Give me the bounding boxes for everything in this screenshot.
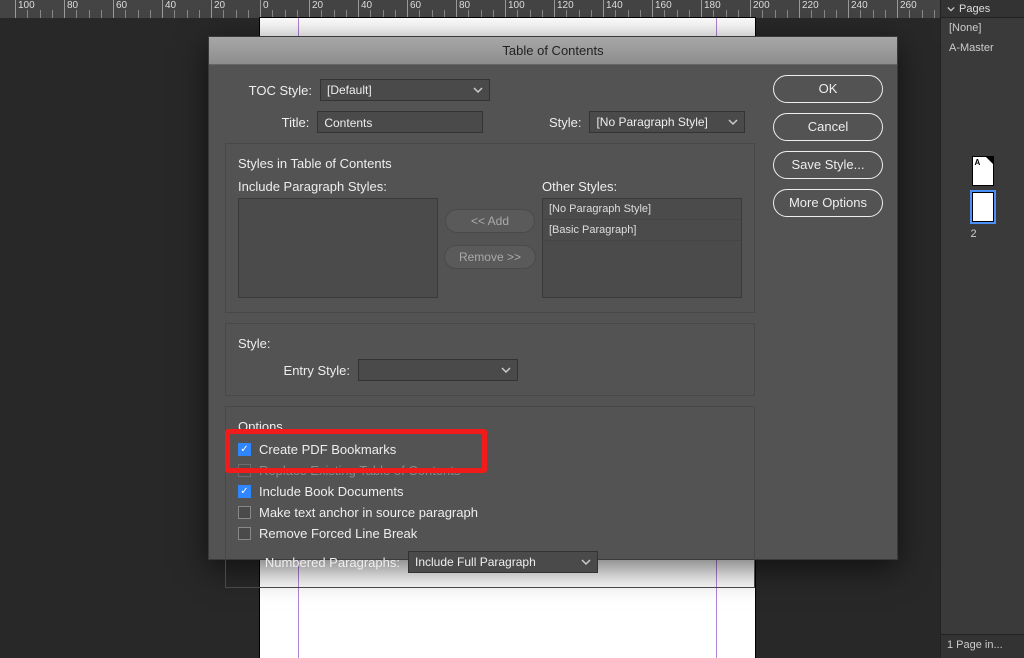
numbered-paragraphs-select[interactable]: Include Full Paragraph [408, 551, 598, 573]
toc-style-value: [Default] [327, 83, 372, 97]
toc-dialog: Table of Contents OK Cancel Save Style..… [208, 36, 898, 560]
toc-style-select[interactable]: [Default] [320, 79, 490, 101]
pages-panel-title: Pages [959, 3, 990, 15]
include-book-label: Include Book Documents [259, 484, 404, 499]
ruler-tick: 260 [897, 0, 898, 18]
ruler-tick-label: 0 [263, 0, 269, 11]
include-book-checkbox[interactable]: Include Book Documents [238, 484, 742, 499]
ok-button[interactable]: OK [773, 75, 883, 103]
checkbox-icon [238, 464, 251, 477]
checkbox-icon [238, 485, 251, 498]
ruler-tick: 40 [162, 0, 163, 18]
entry-style-label: Entry Style: [238, 363, 358, 378]
include-styles-listbox[interactable] [238, 198, 438, 298]
ruler-tick: 240 [848, 0, 849, 18]
style-label: Style: [541, 115, 590, 130]
include-styles-label: Include Paragraph Styles: [238, 179, 438, 194]
ruler-tick: 160 [652, 0, 653, 18]
save-style-button[interactable]: Save Style... [773, 151, 883, 179]
ruler-tick: 120 [554, 0, 555, 18]
title-label: Title: [225, 115, 317, 130]
chevron-down-icon [947, 5, 955, 13]
text-anchor-checkbox[interactable]: Make text anchor in source paragraph [238, 505, 742, 520]
entry-style-select[interactable] [358, 359, 518, 381]
chevron-down-icon [728, 117, 738, 127]
pdf-bookmarks-checkbox[interactable]: Create PDF Bookmarks [238, 442, 742, 457]
ruler-tick: 80 [64, 0, 65, 18]
text-anchor-label: Make text anchor in source paragraph [259, 505, 478, 520]
title-value: Contents [324, 116, 372, 130]
numbered-paragraphs-value: Include Full Paragraph [415, 555, 536, 569]
more-options-button[interactable]: More Options [773, 189, 883, 217]
checkbox-icon [238, 506, 251, 519]
add-button[interactable]: << Add [445, 209, 535, 233]
page-number-badge: 2 [971, 228, 995, 240]
remove-break-checkbox[interactable]: Remove Forced Line Break [238, 526, 742, 541]
ruler-tick: 60 [113, 0, 114, 18]
horizontal-ruler: 1008060402002040608010012014016018020022… [0, 0, 940, 18]
pages-panel[interactable]: Pages [None] A-Master A 2 1 Page in... [940, 0, 1024, 658]
styles-group-heading: Styles in Table of Contents [238, 156, 742, 171]
ruler-tick: 100 [15, 0, 16, 18]
other-styles-label: Other Styles: [542, 179, 742, 194]
pages-summary: 1 Page in... [941, 634, 1024, 658]
checkbox-icon [238, 527, 251, 540]
style-value: [No Paragraph Style] [596, 115, 707, 129]
chevron-down-icon [581, 557, 591, 567]
checkbox-icon [238, 443, 251, 456]
numbered-paragraphs-label: Numbered Paragraphs: [238, 555, 408, 570]
replace-existing-checkbox: Replace Existing Table of Contents [238, 463, 742, 478]
ruler-tick: 140 [603, 0, 604, 18]
chevron-down-icon [473, 85, 483, 95]
other-styles-listbox[interactable]: [No Paragraph Style] [Basic Paragraph] [542, 198, 742, 298]
ruler-tick: 60 [407, 0, 408, 18]
ruler-tick: 20 [211, 0, 212, 18]
ruler-tick: 0 [260, 0, 261, 18]
style-select[interactable]: [No Paragraph Style] [589, 111, 745, 133]
master-none[interactable]: [None] [941, 18, 1024, 38]
cancel-button[interactable]: Cancel [773, 113, 883, 141]
remove-button[interactable]: Remove >> [444, 245, 536, 269]
ruler-tick: 20 [309, 0, 310, 18]
options-heading: Options [238, 419, 742, 434]
remove-break-label: Remove Forced Line Break [259, 526, 417, 541]
pdf-bookmarks-label: Create PDF Bookmarks [259, 442, 396, 457]
replace-existing-label: Replace Existing Table of Contents [259, 463, 460, 478]
page-fold-icon [986, 157, 993, 164]
ruler-tick: 100 [505, 0, 506, 18]
ruler-tick: 40 [358, 0, 359, 18]
chevron-down-icon [501, 365, 511, 375]
ruler-tick: 200 [750, 0, 751, 18]
ruler-tick: 80 [456, 0, 457, 18]
thumb-label: A [975, 158, 981, 167]
style-group-heading: Style: [238, 336, 742, 351]
ruler-tick: 220 [799, 0, 800, 18]
list-item[interactable]: [No Paragraph Style] [543, 199, 741, 220]
dialog-title: Table of Contents [209, 37, 897, 65]
ruler-tick: 180 [701, 0, 702, 18]
title-input[interactable]: Contents [317, 111, 482, 133]
toc-style-label: TOC Style: [225, 83, 320, 98]
master-a[interactable]: A-Master [941, 38, 1024, 58]
page-thumbnail-2[interactable] [972, 192, 994, 222]
page-thumbnail-a[interactable]: A [972, 156, 994, 186]
pages-panel-header[interactable]: Pages [941, 0, 1024, 18]
list-item[interactable]: [Basic Paragraph] [543, 220, 741, 241]
